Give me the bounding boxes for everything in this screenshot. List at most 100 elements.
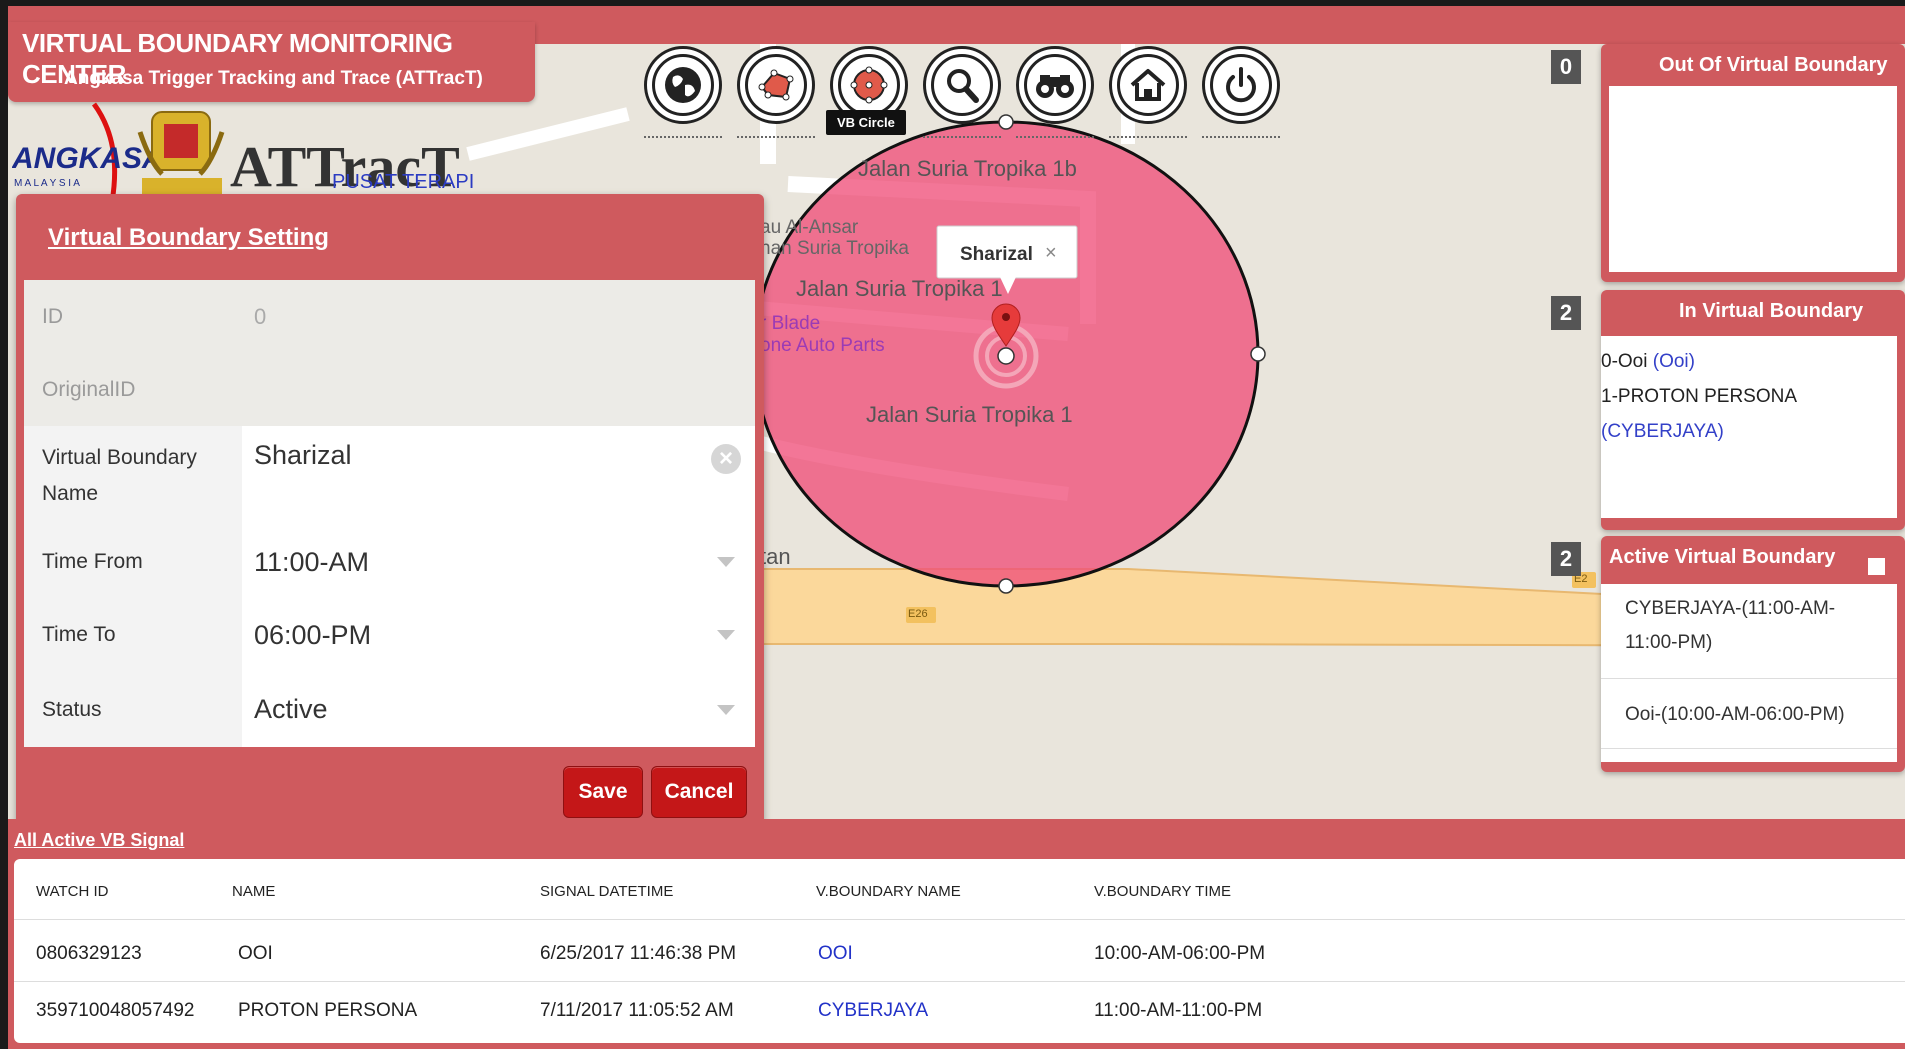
original-id-row: OriginalID (24, 353, 755, 426)
select-all-checkbox[interactable] (1868, 558, 1885, 575)
vb-polygon-button[interactable] (737, 46, 815, 124)
out-of-boundary-title: Out Of Virtual Boundary (1659, 54, 1888, 76)
time-from-row: Time From 11:00-AM (24, 526, 755, 598)
page-subtitle: Angkasa Trigger Tracking and Trace (ATTr… (64, 68, 483, 89)
chevron-down-icon (717, 630, 735, 640)
name-row: Virtual Boundary Name Sharizal × (24, 426, 755, 526)
status-select[interactable]: Active (242, 672, 755, 747)
tooltip-vb-circle: VB Circle (826, 110, 906, 135)
cell-vb-time: 11:00-AM-11:00-PM (1094, 1000, 1263, 1021)
binoculars-icon (1036, 75, 1074, 98)
time-to-value: 06:00-PM (254, 619, 372, 650)
cell-datetime: 6/25/2017 11:46:38 PM (540, 943, 737, 964)
list-item[interactable]: Ooi-(10:00-AM-06:00-PM) (1601, 698, 1897, 732)
list-item[interactable]: CYBERJAYA-(11:00-AM- 11:00-PM) (1601, 592, 1897, 660)
app-frame: Jalan Suria Tropika 1b Jalan Suria Tropi… (8, 6, 1905, 1049)
street-label: Jalan Suria Tropika 1 (866, 402, 1073, 427)
street-label: Jalan Suria Tropika 1b (858, 156, 1077, 181)
circle-handle-right (1250, 346, 1266, 362)
angkasa-logo-sub: M A L A Y S I A (14, 178, 80, 189)
signal-section-title[interactable]: All Active VB Signal (14, 830, 184, 851)
list-item: (CYBERJAYA) (1601, 414, 1797, 449)
in-count-badge: 2 (1551, 296, 1581, 330)
cell-datetime: 7/11/2017 11:05:52 AM (540, 1000, 734, 1021)
street (466, 107, 630, 161)
original-id-label: OriginalID (24, 353, 242, 426)
circle-center-handle (997, 347, 1015, 365)
panel-title[interactable]: Virtual Boundary Setting (48, 224, 329, 252)
angkasa-logo: ANGKASA (12, 142, 164, 175)
poi-label: nan Suria Tropika (760, 238, 909, 259)
signal-section: All Active VB Signal WATCH ID NAME SIGNA… (8, 819, 1905, 1049)
home-button[interactable] (1109, 46, 1187, 124)
home-icon (1130, 69, 1166, 101)
poi-label: r Blade (760, 313, 821, 334)
out-of-boundary-list (1609, 86, 1897, 272)
save-button[interactable]: Save (563, 766, 643, 818)
name-label-line1: Virtual Boundary (42, 446, 197, 469)
cell-vb-name-link[interactable]: CYBERJAYA (818, 1000, 928, 1022)
cell-watch-id: 359710048057492 (36, 1000, 195, 1021)
in-item-link[interactable]: (CYBERJAYA) (1601, 421, 1724, 442)
globe-button[interactable] (644, 46, 722, 124)
time-from-select[interactable]: 11:00-AM (242, 526, 755, 598)
polygon-icon (758, 69, 794, 101)
cancel-button[interactable]: Cancel (651, 766, 747, 818)
chevron-down-icon (717, 557, 735, 567)
id-label: ID (24, 280, 242, 353)
column-header: SIGNAL DATETIME (540, 883, 674, 900)
time-to-row: Time To 06:00-PM (24, 598, 755, 672)
time-to-select[interactable]: 06:00-PM (242, 598, 755, 672)
chevron-down-icon (717, 704, 735, 715)
column-header: WATCH ID (36, 883, 109, 900)
in-boundary-box: In Virtual Boundary 0-Ooi (Ooi) 1-PROTON… (1601, 290, 1905, 530)
app-header: VIRTUAL BOUNDARY MONITORING CENTER Angka… (8, 22, 535, 102)
column-header: V.BOUNDARY NAME (816, 883, 961, 900)
circle-handle-bottom (998, 578, 1014, 594)
in-boundary-list: 0-Ooi (Ooi) 1-PROTON PERSONA (CYBERJAYA) (1601, 336, 1897, 518)
marker-popup-title: Sharizal (960, 244, 1033, 265)
status-row: Status Active (24, 672, 755, 747)
road-badge: E26 (908, 608, 928, 620)
cell-name: PROTON PERSONA (238, 1000, 418, 1021)
time-from-value: 11:00-AM (254, 546, 370, 577)
original-id-field (242, 353, 755, 426)
malaysia-crest-icon (137, 111, 225, 194)
poi-label: au Al-Ansar (760, 217, 859, 238)
active-boundary-title: Active Virtual Boundary (1609, 546, 1836, 568)
column-header: V.BOUNDARY TIME (1094, 883, 1231, 900)
search-icon (947, 69, 979, 103)
time-from-label: Time From (24, 526, 242, 598)
circle-handle-top (998, 114, 1014, 130)
popup-close-icon[interactable]: × (1045, 242, 1057, 265)
active-boundary-box: Active Virtual Boundary CYBERJAYA-(11:00… (1601, 536, 1905, 772)
power-button[interactable] (1202, 46, 1280, 124)
list-item: 0-Ooi (Ooi) (1601, 351, 1695, 372)
search-button[interactable] (923, 46, 1001, 124)
binoculars-button[interactable] (1016, 46, 1094, 124)
street-label-road: tan (760, 544, 791, 569)
list-item: 1-PROTON PERSONA (1601, 386, 1798, 407)
globe-icon (665, 67, 701, 103)
cell-vb-name-link[interactable]: OOI (818, 943, 853, 965)
status-value: Active (254, 694, 328, 724)
status-label: Status (24, 672, 242, 747)
column-header: NAME (232, 883, 276, 900)
setting-form: ID 0 OriginalID Virtual Boundary Name Sh… (24, 280, 755, 747)
name-label-line2: Name (42, 482, 99, 505)
out-count-badge: 0 (1551, 50, 1581, 84)
signal-table: WATCH ID NAME SIGNAL DATETIME V.BOUNDARY… (14, 859, 1905, 1043)
clear-icon[interactable]: × (711, 444, 741, 474)
street-label: Jalan Suria Tropika 1 (796, 276, 1003, 301)
power-icon (1226, 67, 1256, 103)
id-row: ID 0 (24, 280, 755, 353)
in-item-link[interactable]: (Ooi) (1653, 351, 1695, 372)
cell-watch-id: 0806329123 (36, 943, 142, 964)
in-boundary-title: In Virtual Boundary (1679, 300, 1864, 322)
vb-name-input[interactable]: Sharizal × (242, 426, 755, 526)
vb-name-value: Sharizal (254, 440, 352, 470)
out-of-boundary-box: Out Of Virtual Boundary (1601, 44, 1905, 282)
poi-label: one Auto Parts (760, 335, 885, 356)
circle-icon (850, 66, 888, 104)
pusat-label: PUSAT TERAPI (332, 171, 474, 193)
